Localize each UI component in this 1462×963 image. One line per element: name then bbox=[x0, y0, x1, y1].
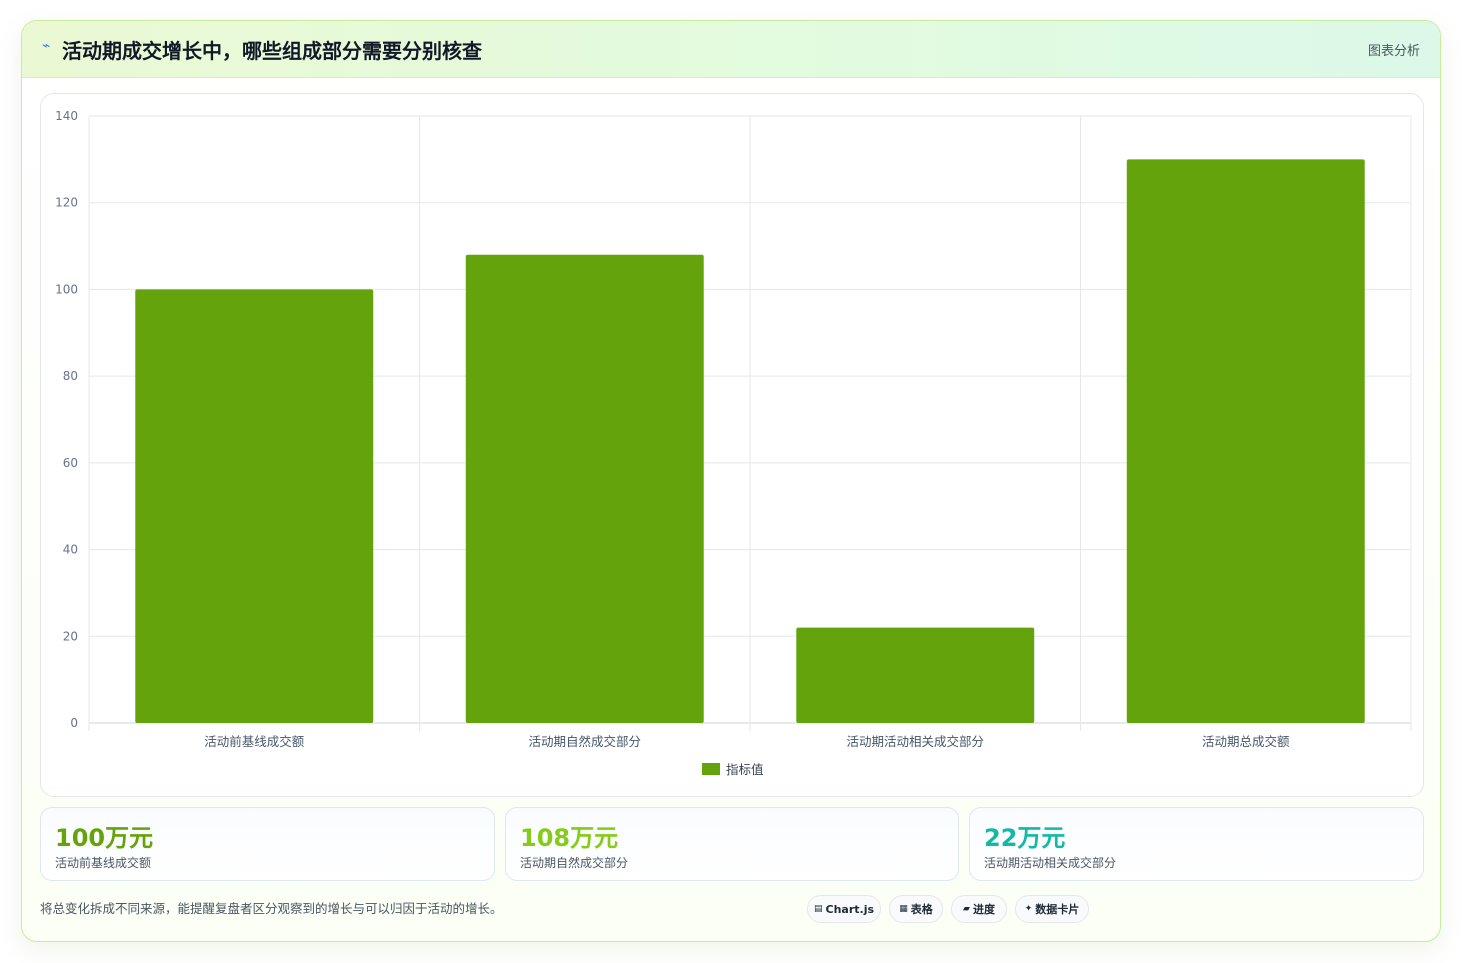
stat-card-natural: 108万元 活动期自然成交部分 bbox=[505, 807, 959, 881]
stat-value: 100万元 bbox=[55, 824, 154, 852]
stat-card-campaign: 22万元 活动期活动相关成交部分 bbox=[969, 807, 1424, 881]
stat-card-baseline: 100万元 活动前基线成交额 bbox=[40, 807, 495, 881]
chip-label: 表格 bbox=[910, 903, 933, 916]
chip-label: 数据卡片 bbox=[1035, 903, 1080, 916]
chip-progress[interactable]: ▰ 进度 bbox=[951, 895, 1007, 923]
y-tick-label: 40 bbox=[63, 543, 78, 557]
legend-swatch bbox=[702, 763, 720, 775]
chart-icon: ▤ bbox=[813, 904, 823, 914]
legend-label: 指标值 bbox=[726, 762, 764, 777]
chip-chartjs[interactable]: ▤ Chart.js bbox=[807, 895, 881, 923]
y-tick-label: 120 bbox=[55, 196, 78, 210]
chip-table[interactable]: ▦ 表格 bbox=[889, 895, 943, 923]
bar-1 bbox=[135, 289, 374, 723]
stat-label: 活动期自然成交部分 bbox=[520, 856, 629, 870]
x-tick-label: 活动期自然成交部分 bbox=[528, 734, 641, 749]
progress-icon: ▰ bbox=[963, 904, 970, 914]
chip-label: 进度 bbox=[972, 903, 995, 916]
x-tick-label: 活动期活动相关成交部分 bbox=[846, 734, 984, 749]
bar-2 bbox=[465, 254, 704, 723]
sparkle-icon: ✦ bbox=[1024, 904, 1033, 914]
chart-card: ⌁ 活动期成交增长中，哪些组成部分需要分别核查 图表分析 0 20 40 60 80 10… bbox=[21, 20, 1441, 942]
footnote: 将总变化拆成不同来源，能提醒复盘者区分观察到的增长与可以归因于活动的增长。 bbox=[40, 901, 503, 916]
stat-value: 22万元 bbox=[984, 824, 1066, 852]
bar-4 bbox=[1126, 159, 1365, 723]
x-tick-label: 活动前基线成交额 bbox=[204, 734, 305, 749]
bar-chart: 0 20 40 60 80 100 120 140 活动前基线成交额 活动期自然成交部分 活动期活动… bbox=[55, 109, 1412, 777]
bar-3 bbox=[796, 627, 1035, 723]
chart-line-icon: ⌁ bbox=[42, 38, 51, 54]
x-tick-label: 活动期总成交额 bbox=[1202, 734, 1290, 749]
y-tick-label: 0 bbox=[70, 716, 78, 730]
stat-value: 108万元 bbox=[520, 824, 619, 852]
analysis-badge: 图表分析 bbox=[1367, 44, 1420, 59]
y-tick-label: 80 bbox=[63, 369, 78, 383]
stat-label: 活动前基线成交额 bbox=[55, 856, 152, 870]
card-header: ⌁ 活动期成交增长中，哪些组成部分需要分别核查 图表分析 bbox=[22, 21, 1440, 78]
y-tick-label: 20 bbox=[63, 629, 78, 643]
stat-label: 活动期活动相关成交部分 bbox=[984, 856, 1117, 870]
table-icon: ▦ bbox=[899, 904, 908, 914]
chip-label: Chart.js bbox=[825, 902, 875, 916]
y-tick-label: 100 bbox=[55, 282, 78, 296]
y-tick-label: 60 bbox=[63, 456, 78, 470]
page-title: 活动期成交增长中，哪些组成部分需要分别核查 bbox=[62, 39, 482, 63]
y-tick-label: 140 bbox=[55, 109, 78, 123]
chip-data-cards[interactable]: ✦ 数据卡片 bbox=[1015, 895, 1089, 923]
chart-panel: 0 20 40 60 80 100 120 140 活动前基线成交额 活动期自然成交部分 活动期活动… bbox=[40, 93, 1424, 797]
